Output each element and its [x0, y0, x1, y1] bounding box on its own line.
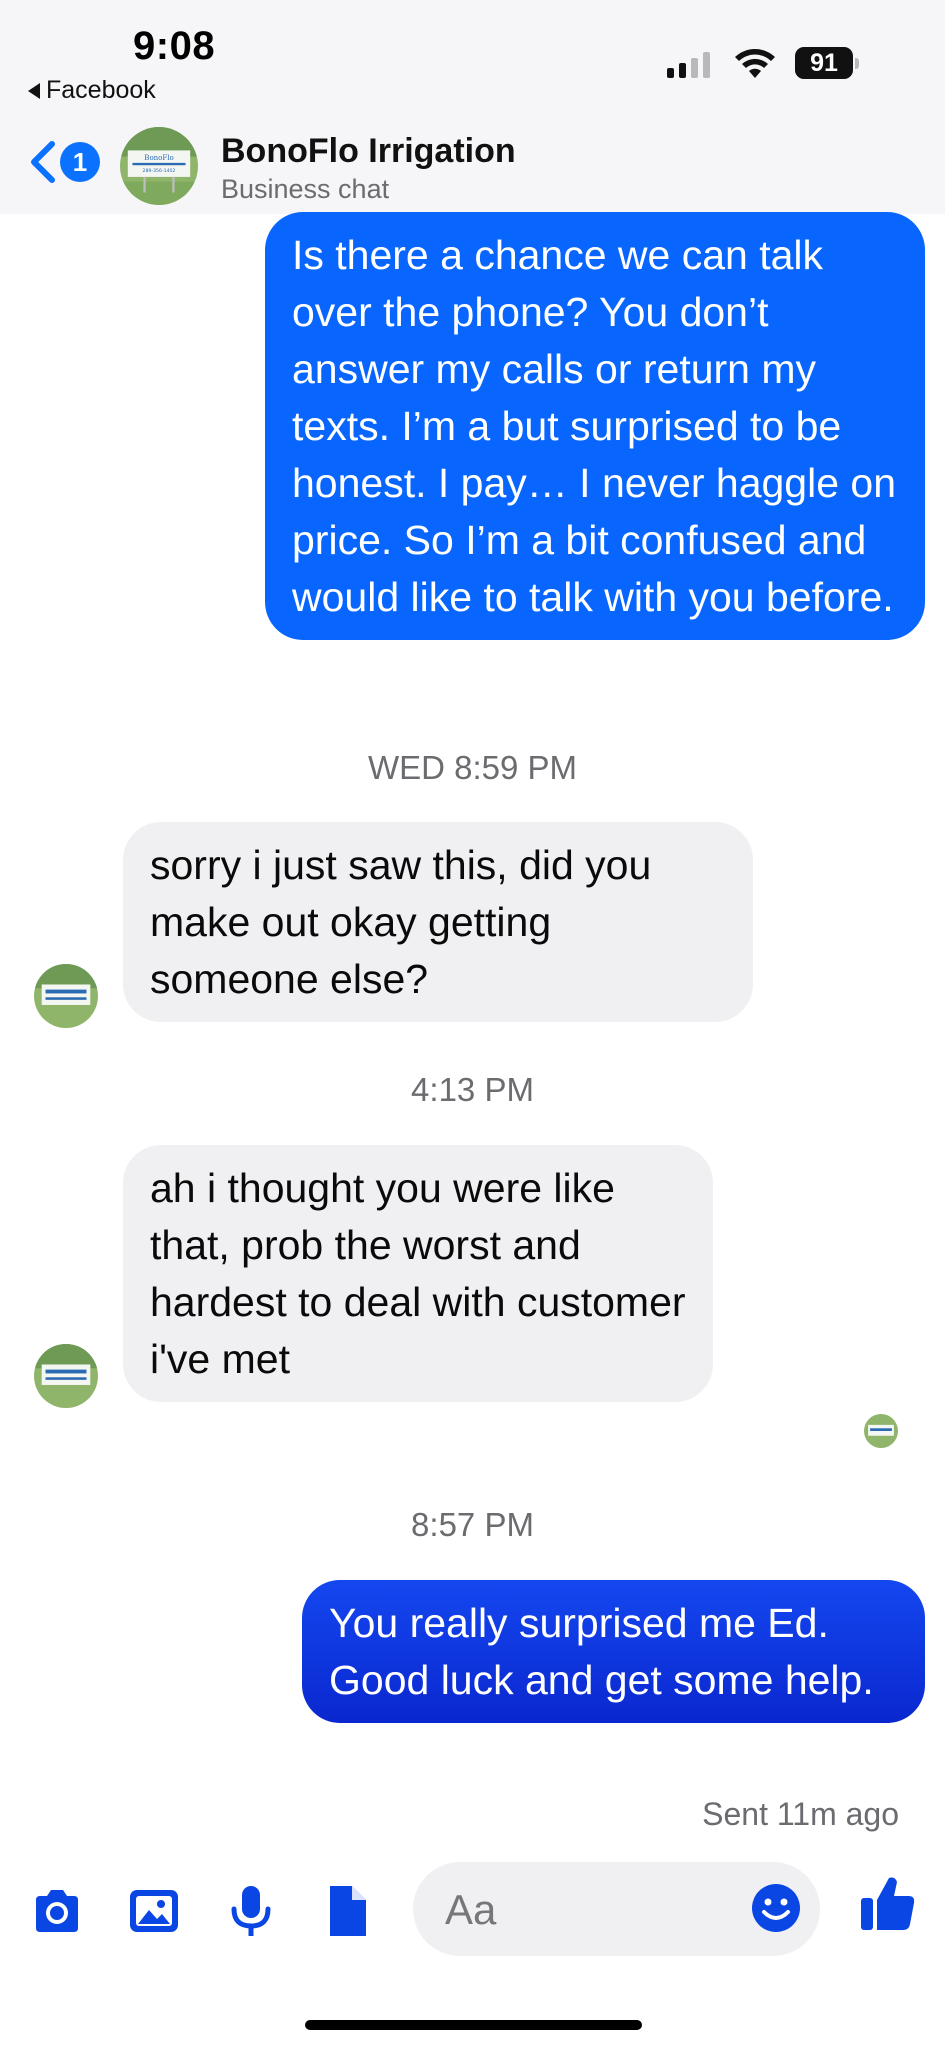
sent-status: Sent 11m ago: [702, 1796, 899, 1832]
status-bar: 9:08 Facebook 91: [0, 0, 945, 110]
bonoflo-logo-image: [34, 1344, 98, 1408]
back-to-app-link[interactable]: Facebook: [28, 76, 156, 105]
unread-count-badge: 1: [60, 142, 100, 182]
message-bubble-incoming[interactable]: sorry i just saw this, did you make out …: [123, 822, 753, 1022]
bonoflo-logo-image: BonoFlo 289-356-1402: [120, 127, 198, 205]
avatar-phone-text: 289-356-1402: [143, 168, 176, 174]
battery-icon: 91: [795, 47, 859, 79]
back-button[interactable]: 1: [26, 140, 100, 184]
battery-level: 91: [795, 47, 853, 79]
microphone-icon[interactable]: [222, 1882, 280, 1940]
chevron-left-icon: [31, 141, 55, 183]
avatar-logo-text: BonoFlo: [144, 153, 173, 162]
cellular-signal-icon: [667, 52, 710, 78]
message-bubble-outgoing[interactable]: You really surprised me Ed. Good luck an…: [302, 1580, 925, 1723]
wifi-icon: [735, 49, 775, 78]
sender-avatar: [34, 964, 98, 1028]
contact-name[interactable]: BonoFlo Irrigation: [221, 132, 516, 171]
message-input[interactable]: Aa: [413, 1862, 820, 1956]
timestamp: 4:13 PM: [411, 1071, 534, 1108]
emoji-icon[interactable]: [750, 1882, 802, 1934]
timestamp: WED 8:59 PM: [367, 749, 578, 786]
message-composer: Aa: [0, 1848, 945, 1968]
home-indicator[interactable]: [305, 2020, 642, 2030]
read-receipt-avatar: [864, 1414, 898, 1448]
message-bubble-incoming[interactable]: ah i thought you were like that, prob th…: [123, 1145, 713, 1402]
chat-header: 1 BonoFlo 289-356-1402 BonoFlo Irrigatio…: [0, 110, 945, 214]
thumbs-up-icon[interactable]: [857, 1872, 917, 1936]
camera-icon[interactable]: [28, 1882, 86, 1940]
timestamp: 8:57 PM: [411, 1506, 534, 1543]
status-time: 9:08: [133, 24, 216, 68]
contact-subtitle: Business chat: [221, 174, 390, 204]
back-app-label: Facebook: [46, 76, 156, 104]
message-bubble-outgoing[interactable]: Is there a chance we can talk over the p…: [265, 212, 925, 640]
gallery-icon[interactable]: [125, 1882, 183, 1940]
contact-avatar[interactable]: BonoFlo 289-356-1402: [120, 127, 198, 205]
document-icon[interactable]: [318, 1882, 376, 1940]
bonoflo-logo-image: [864, 1414, 898, 1448]
sender-avatar: [34, 1344, 98, 1408]
bonoflo-logo-image: [34, 964, 98, 1028]
back-triangle-icon: [28, 82, 40, 99]
message-input-placeholder: Aa: [445, 1886, 497, 1933]
